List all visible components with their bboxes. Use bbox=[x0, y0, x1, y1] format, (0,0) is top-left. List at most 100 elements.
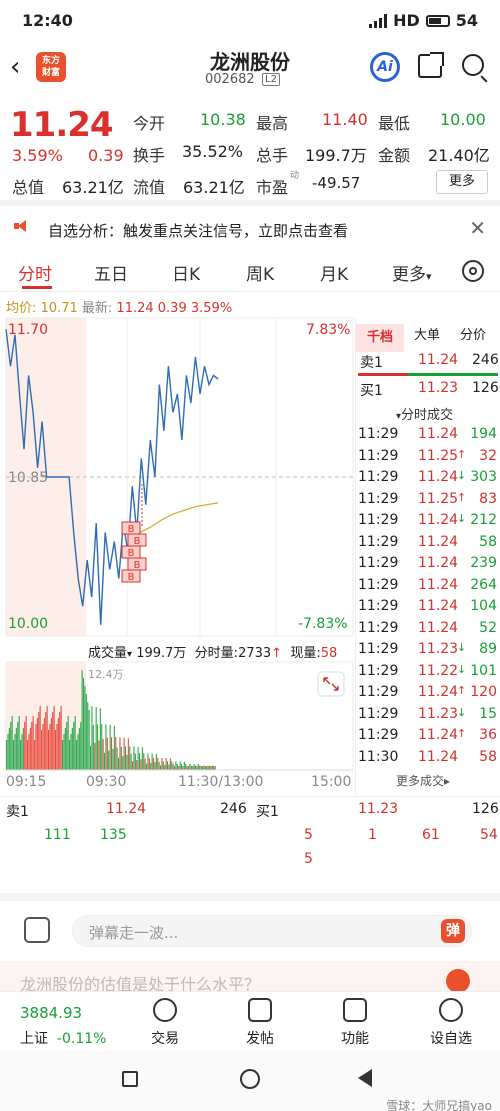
tick-time: 11:29 bbox=[358, 512, 399, 528]
comment-settings-icon[interactable] bbox=[24, 917, 50, 943]
share-icon[interactable] bbox=[418, 52, 444, 78]
ticks-title[interactable]: ▾分时成交 bbox=[396, 404, 453, 423]
volume-bar bbox=[120, 746, 122, 770]
tick-time: 11:29 bbox=[358, 426, 399, 442]
tick-row: 11:29 11.24 ↓ 212 bbox=[356, 512, 500, 533]
volume-bar bbox=[78, 728, 80, 770]
tick-row: 11:29 11.24 58 bbox=[356, 534, 500, 555]
trade-marker: B bbox=[127, 533, 147, 547]
volume-bar bbox=[90, 746, 92, 770]
trade-marker: B bbox=[127, 557, 147, 571]
svg-text:B: B bbox=[128, 548, 135, 559]
volume-bar bbox=[6, 740, 8, 770]
tab-five-day[interactable]: 五日 bbox=[94, 260, 128, 285]
stock-code[interactable]: 002682 bbox=[205, 72, 255, 87]
sell-queue-1: 111 bbox=[44, 827, 71, 843]
volume-bar bbox=[39, 706, 41, 770]
volume-bar bbox=[202, 766, 204, 770]
close-icon[interactable]: ✕ bbox=[469, 216, 486, 240]
volume-bar bbox=[165, 758, 167, 770]
gear-icon[interactable] bbox=[462, 260, 484, 282]
volume-bar bbox=[21, 734, 23, 770]
search-icon[interactable] bbox=[462, 54, 484, 76]
tick-row: 11:29 11.23 ↓ 89 bbox=[356, 641, 500, 662]
tab-big-orders[interactable]: 大单 bbox=[414, 324, 440, 343]
tick-volume: 120 bbox=[470, 684, 497, 700]
volume-bar bbox=[113, 725, 115, 770]
promo-banner[interactable]: 龙洲股份的估值是处于什么水平？ bbox=[0, 961, 500, 991]
volume-bar bbox=[167, 761, 169, 770]
volume-bar bbox=[73, 722, 75, 770]
more-button[interactable]: 更多 bbox=[436, 170, 488, 194]
recent-apps-icon[interactable] bbox=[122, 1071, 138, 1087]
volume-bar bbox=[123, 737, 125, 770]
danmu-button[interactable]: 弹 bbox=[441, 919, 465, 943]
bottom-buy-price: 11.23 bbox=[358, 801, 399, 817]
tick-arrow: ↑ bbox=[457, 490, 467, 504]
volume-bar bbox=[29, 728, 31, 770]
watermark: 雪球：大师兄搞yao bbox=[386, 1099, 492, 1111]
tick-volume: 303 bbox=[470, 469, 497, 485]
tab-underline bbox=[22, 286, 52, 289]
volume-bar bbox=[8, 728, 10, 770]
tick-time: 11:29 bbox=[358, 469, 399, 485]
tab-more[interactable]: 更多▾ bbox=[392, 260, 432, 285]
volume-label[interactable]: 成交量 bbox=[88, 646, 127, 661]
volume-bar bbox=[95, 706, 97, 770]
danmu-input[interactable]: 弹幕走一波... 弹 bbox=[72, 915, 472, 947]
volume-bar bbox=[7, 734, 9, 770]
low-label: 最低 bbox=[378, 114, 411, 133]
home-icon[interactable] bbox=[240, 1069, 260, 1089]
tick-volume: 104 bbox=[470, 598, 497, 614]
pe-value: -49.57 bbox=[312, 174, 361, 192]
trade-icon bbox=[153, 998, 177, 1022]
volume-bar bbox=[50, 718, 52, 770]
tick-volume: 36 bbox=[479, 727, 497, 743]
volume-bar bbox=[168, 764, 170, 770]
post-icon bbox=[248, 998, 272, 1022]
volume-bar bbox=[132, 761, 134, 770]
nav-trade[interactable]: 交易 bbox=[130, 998, 200, 1048]
volume-bar bbox=[49, 724, 51, 770]
tick-row: 11:29 11.22 ↓ 101 bbox=[356, 663, 500, 684]
tick-arrow: ↓ bbox=[457, 512, 467, 525]
tick-row: 11:29 11.24 ↑ 120 bbox=[356, 684, 500, 705]
volume-bar bbox=[164, 764, 166, 770]
index-name: 上证 bbox=[20, 1031, 48, 1047]
bottom-buy-label: 买1 bbox=[256, 804, 279, 820]
tab-depth[interactable]: 千档 bbox=[356, 324, 404, 352]
volume-bar bbox=[15, 728, 17, 770]
system-back-icon[interactable] bbox=[358, 1069, 372, 1087]
tab-intraday[interactable]: 分时 bbox=[18, 260, 52, 285]
l2-badge[interactable]: L2 bbox=[262, 73, 280, 86]
status-bar: 12:40 HD 54 bbox=[0, 0, 500, 40]
notice-text[interactable]: 自选分析：触发重点关注信号，立即点击查看 bbox=[48, 220, 348, 241]
intraday-chart[interactable]: BBBBB bbox=[0, 316, 355, 796]
volume-bar bbox=[94, 742, 96, 770]
turnover-value: 35.52% bbox=[182, 142, 244, 161]
volume-bar bbox=[74, 716, 76, 770]
buy-queue-4: 54 bbox=[480, 827, 498, 843]
nav-watchlist[interactable]: 设自选 bbox=[416, 998, 486, 1048]
volume-bar bbox=[203, 765, 205, 770]
volume-bar bbox=[63, 734, 65, 770]
volume-bar bbox=[188, 766, 190, 770]
x-label-open: 09:15 bbox=[6, 774, 47, 790]
notice-bar[interactable]: 自选分析：触发重点关注信号，立即点击查看 ✕ bbox=[0, 200, 500, 246]
volume-bar bbox=[200, 766, 202, 770]
index-quote[interactable]: 3884.93 上证 -0.11% bbox=[20, 1004, 106, 1048]
tab-daily-k[interactable]: 日K bbox=[172, 260, 200, 285]
nav-post[interactable]: 发帖 bbox=[225, 998, 295, 1048]
nav-functions[interactable]: 功能 bbox=[320, 998, 390, 1048]
tab-weekly-k[interactable]: 周K bbox=[246, 260, 274, 285]
ai-button[interactable]: Ai bbox=[370, 52, 400, 82]
tick-price: 11.22 bbox=[418, 662, 459, 679]
turnover-label: 换手 bbox=[133, 146, 166, 165]
tab-monthly-k[interactable]: 月K bbox=[320, 260, 348, 285]
more-ticks-link[interactable]: 更多成交▸ bbox=[396, 772, 450, 789]
volume-bar bbox=[84, 686, 86, 770]
high-label: 最高 bbox=[256, 114, 289, 133]
y-axis-mid: 10.85 bbox=[8, 470, 49, 486]
tab-price-split[interactable]: 分价 bbox=[460, 324, 486, 343]
volume-bar bbox=[115, 737, 117, 770]
